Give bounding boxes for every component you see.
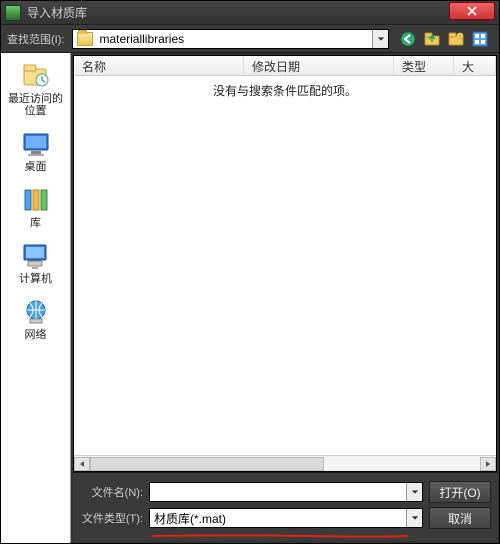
filename-combo[interactable] bbox=[149, 482, 423, 502]
sidebar-item-label: 网络 bbox=[25, 329, 47, 341]
toolbar: 查找范围(I): materiallibraries bbox=[1, 25, 499, 53]
sidebar-item-label: 计算机 bbox=[19, 273, 52, 285]
recent-icon bbox=[19, 61, 53, 91]
scroll-right-button[interactable] bbox=[480, 457, 496, 471]
window-title: 导入材质库 bbox=[27, 4, 449, 21]
libraries-icon bbox=[19, 185, 53, 215]
file-area[interactable]: 没有与搜索条件匹配的项。 bbox=[74, 76, 496, 455]
filename-input[interactable] bbox=[150, 485, 406, 499]
folder-icon bbox=[77, 32, 93, 46]
scroll-track[interactable] bbox=[90, 457, 480, 471]
filetype-value: 材质库(*.mat) bbox=[150, 510, 406, 527]
desktop-icon bbox=[19, 129, 53, 159]
filetype-label: 文件类型(T): bbox=[79, 510, 143, 526]
lookin-combo[interactable]: materiallibraries bbox=[72, 29, 389, 49]
sidebar-item-label: 桌面 bbox=[25, 161, 47, 173]
back-icon[interactable] bbox=[399, 30, 417, 48]
filename-label: 文件名(N): bbox=[79, 484, 143, 500]
sidebar-item-label: 库 bbox=[30, 217, 41, 229]
filetype-row: 文件类型(T): 材质库(*.mat) 取消 bbox=[79, 507, 491, 529]
app-icon bbox=[5, 5, 21, 21]
sidebar-item-label: 最近访问的位置 bbox=[6, 93, 66, 117]
sidebar-item-computer[interactable]: 计算机 bbox=[6, 239, 66, 287]
network-icon bbox=[19, 297, 53, 327]
filetype-combo[interactable]: 材质库(*.mat) bbox=[149, 508, 423, 528]
filename-row: 文件名(N): 打开(O) bbox=[79, 481, 491, 503]
column-name[interactable]: 名称 bbox=[74, 56, 244, 75]
file-dialog: 导入材质库 查找范围(I): materiallibraries bbox=[0, 0, 500, 544]
sidebar-item-desktop[interactable]: 桌面 bbox=[6, 127, 66, 175]
column-type[interactable]: 类型 bbox=[394, 56, 454, 75]
lookin-path: materiallibraries bbox=[97, 32, 372, 46]
scroll-left-button[interactable] bbox=[74, 457, 90, 471]
open-button[interactable]: 打开(O) bbox=[429, 481, 491, 503]
sidebar-item-recent[interactable]: 最近访问的位置 bbox=[6, 59, 66, 119]
bottom-panel: 文件名(N): 打开(O) 文件类型(T): 材质库(*.mat) bbox=[73, 472, 497, 541]
lookin-dropdown-button[interactable] bbox=[372, 30, 388, 48]
lookin-label: 查找范围(I): bbox=[7, 31, 64, 47]
dialog-body: 最近访问的位置 桌面 库 计算机 bbox=[1, 53, 499, 543]
column-size[interactable]: 大 bbox=[454, 56, 496, 75]
annotation-underline bbox=[150, 527, 410, 531]
main-panel: 名称 修改日期 类型 大 没有与搜索条件匹配的项。 文件名(N): bbox=[71, 53, 499, 543]
filetype-dropdown-button[interactable] bbox=[406, 509, 422, 527]
column-headers: 名称 修改日期 类型 大 bbox=[74, 56, 496, 76]
scroll-thumb[interactable] bbox=[90, 457, 324, 471]
filename-dropdown-button[interactable] bbox=[406, 483, 422, 501]
horizontal-scrollbar[interactable] bbox=[74, 455, 496, 471]
sidebar-item-network[interactable]: 网络 bbox=[6, 295, 66, 343]
file-listview[interactable]: 名称 修改日期 类型 大 没有与搜索条件匹配的项。 bbox=[73, 55, 497, 472]
places-sidebar: 最近访问的位置 桌面 库 计算机 bbox=[1, 53, 71, 543]
sidebar-item-libraries[interactable]: 库 bbox=[6, 183, 66, 231]
titlebar: 导入材质库 bbox=[1, 1, 499, 25]
cancel-button[interactable]: 取消 bbox=[429, 507, 491, 529]
close-button[interactable] bbox=[449, 2, 495, 20]
column-date[interactable]: 修改日期 bbox=[244, 56, 394, 75]
newfolder-icon[interactable] bbox=[447, 30, 465, 48]
up-icon[interactable] bbox=[423, 30, 441, 48]
computer-icon bbox=[19, 241, 53, 271]
empty-message: 没有与搜索条件匹配的项。 bbox=[74, 82, 496, 99]
toolbar-icons bbox=[395, 30, 493, 48]
views-icon[interactable] bbox=[471, 30, 489, 48]
